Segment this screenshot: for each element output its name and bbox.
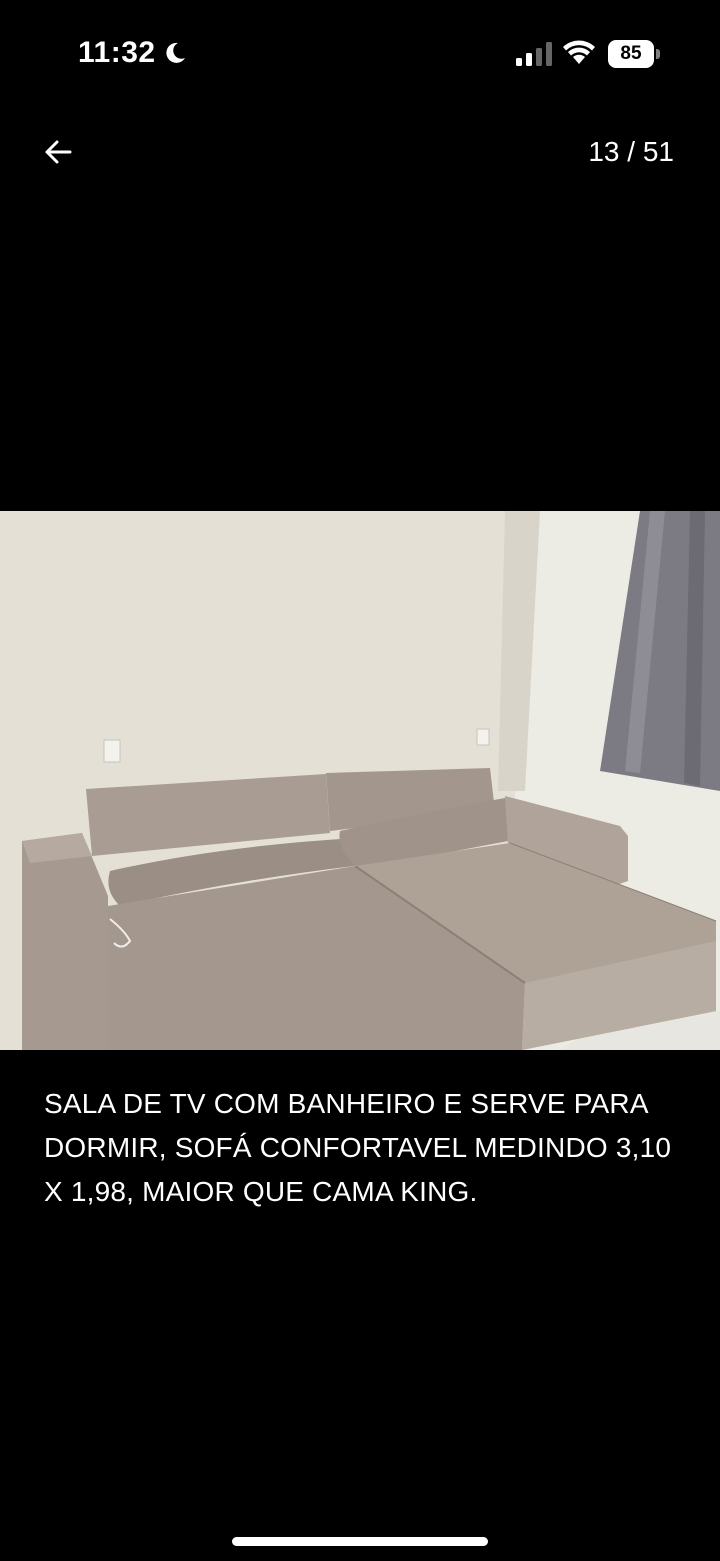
moon-icon [165,42,185,63]
battery-icon: 85 [608,40,660,68]
photo-illustration [0,511,720,1050]
home-indicator[interactable] [232,1537,488,1546]
arrow-left-icon [45,140,72,164]
battery-tip [656,49,660,59]
sofa-room-photo[interactable] [0,511,720,1050]
status-bar: 11:32 85 [0,0,720,100]
photo-caption: SALA DE TV COM BANHEIRO E SERVE PARA DOR… [44,1088,672,1207]
clock-text: 11:32 [78,36,156,69]
photo-counter: 13 / 51 [588,136,674,167]
battery-level: 85 [608,40,654,68]
wifi-icon [563,40,595,64]
signal-icon [516,42,552,66]
back-button[interactable] [36,130,80,174]
status-time: 11:32 [78,36,188,70]
